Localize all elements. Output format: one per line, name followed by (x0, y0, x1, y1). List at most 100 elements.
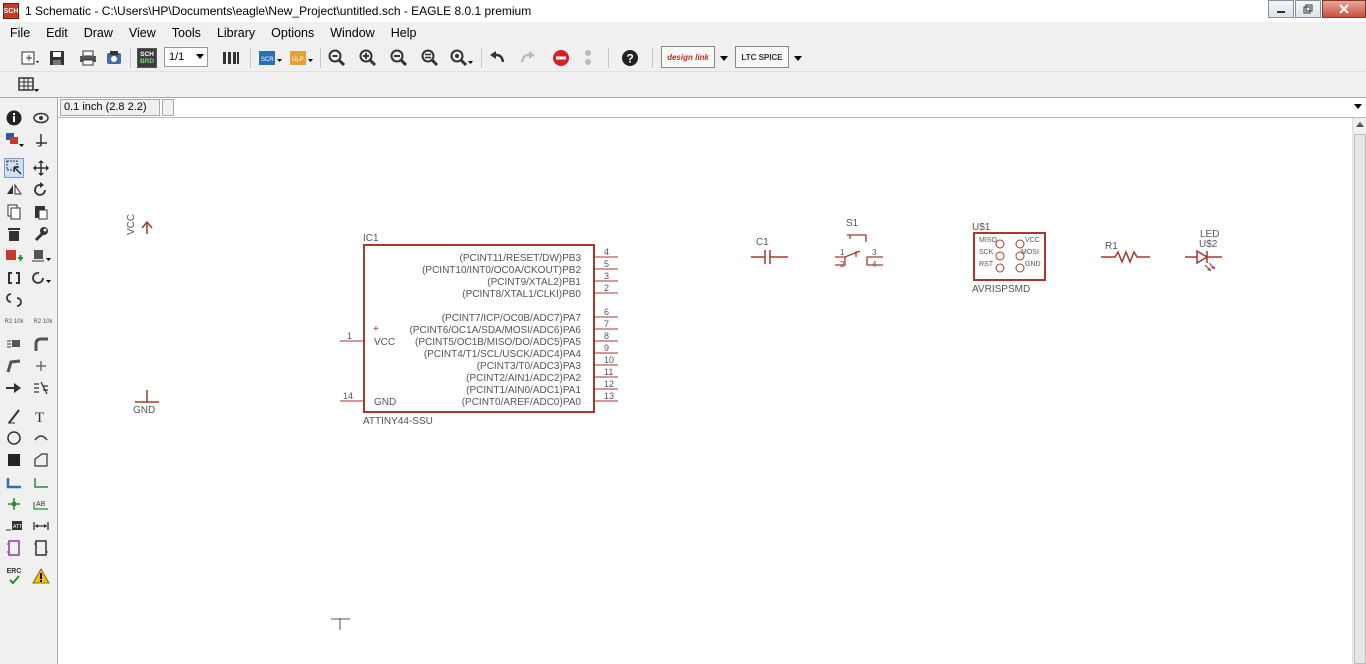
menu-tools[interactable]: Tools (164, 26, 209, 40)
help-button[interactable]: ? (619, 48, 641, 68)
sheet-select[interactable]: 1/1 (164, 47, 208, 67)
undo-button[interactable] (486, 48, 508, 68)
errors-tool[interactable] (31, 566, 51, 586)
designlink-button[interactable]: design link (661, 46, 715, 68)
dimension-tool[interactable] (31, 516, 51, 536)
change-tool[interactable] (31, 224, 51, 244)
menu-options[interactable]: Options (263, 26, 322, 40)
gate-swap-tool[interactable] (31, 268, 51, 288)
optimize-tool[interactable] (31, 356, 51, 376)
redo-button[interactable] (517, 48, 539, 68)
rotate-tool[interactable] (31, 180, 51, 200)
move-tool[interactable] (31, 158, 51, 178)
minimize-icon (1277, 11, 1285, 13)
ulp-icon: ULP (290, 51, 313, 65)
save-button[interactable] (47, 48, 67, 68)
vertical-scrollbar[interactable] (1352, 118, 1366, 664)
split-tool[interactable] (4, 356, 24, 376)
schematic-canvas[interactable]: VCC GND IC1 ATTINY44-SSU + 1 VCC 14 GND … (59, 118, 1352, 664)
grid-button[interactable] (17, 75, 41, 95)
vcc-supply-symbol[interactable]: VCC (126, 214, 153, 235)
menu-view[interactable]: View (121, 26, 164, 40)
name-tool[interactable]: R2 10k (4, 312, 24, 332)
command-line-input[interactable] (175, 99, 1355, 116)
u1-pin-label: MISO (979, 237, 997, 244)
miter-tool[interactable] (31, 334, 51, 354)
ripup-tool[interactable] (31, 378, 51, 398)
copy-tool[interactable] (4, 202, 24, 222)
sheet-select-value: 1/1 (169, 51, 185, 63)
ic1-symbol[interactable]: IC1 ATTINY44-SSU + 1 VCC 14 GND 4 (PCINT1… (340, 233, 618, 427)
s1-switch-symbol[interactable]: S1 1 2 3 4 (835, 218, 883, 269)
menu-help[interactable]: Help (383, 26, 425, 40)
c1-capacitor-symbol[interactable]: C1 (751, 237, 788, 264)
cam-processor-button[interactable] (104, 48, 124, 68)
mirror-tool[interactable] (4, 180, 24, 200)
ltspice-button[interactable]: LTC SPICE (735, 46, 789, 68)
modify-frame-tool[interactable] (31, 538, 51, 558)
polygon-tool[interactable] (31, 450, 51, 470)
zoom-out-button[interactable] (388, 48, 410, 68)
info-tool[interactable] (4, 108, 24, 128)
r1-resistor-symbol[interactable]: R1 (1101, 241, 1150, 265)
scrollbar-thumb[interactable] (1354, 134, 1366, 664)
show-tool[interactable] (31, 108, 51, 128)
ltspice-dropdown[interactable] (791, 48, 805, 68)
command-history-button[interactable] (162, 99, 174, 116)
scroll-up-icon[interactable] (1356, 122, 1364, 127)
rectangle-tool[interactable] (4, 450, 24, 470)
frame-tool[interactable] (4, 538, 24, 558)
open-button[interactable] (18, 48, 42, 68)
net-tool[interactable] (31, 472, 51, 492)
value-tool[interactable]: R2 10k (31, 312, 55, 332)
gnd-supply-symbol[interactable]: GND (133, 390, 159, 416)
zoom-redraw-button[interactable] (419, 48, 441, 68)
circle-tool[interactable] (4, 428, 24, 448)
label-tool[interactable]: AB (31, 494, 51, 514)
group-tool[interactable] (4, 158, 24, 178)
sch-brd-switch-button[interactable]: SCH BRD (137, 48, 157, 68)
stop-button[interactable] (550, 48, 572, 68)
minimize-button[interactable] (1268, 0, 1294, 18)
rotate-icon (34, 182, 46, 196)
save-icon (50, 51, 64, 65)
menu-draw[interactable]: Draw (76, 26, 121, 40)
smash-tool[interactable] (4, 334, 24, 354)
go-button[interactable] (580, 48, 596, 68)
menu-window[interactable]: Window (322, 26, 382, 40)
zoom-select-button[interactable] (450, 48, 476, 68)
run-ulp-button[interactable]: ULP (289, 48, 315, 68)
display-layers-tool[interactable] (4, 130, 24, 150)
add-tool[interactable] (4, 246, 24, 266)
text-tool[interactable]: T (31, 406, 51, 426)
designlink-dropdown[interactable] (717, 48, 731, 68)
tool-palette: R2 10k R2 10k T AB ATT ERC (0, 98, 58, 664)
replace-tool[interactable] (31, 246, 51, 266)
pin-swap-tool[interactable] (4, 290, 24, 310)
zoom-in-button[interactable] (357, 48, 379, 68)
led-symbol[interactable]: LED U$2 (1185, 229, 1222, 272)
paste-tool[interactable] (31, 202, 51, 222)
attribute-tool[interactable]: ATT (4, 516, 24, 536)
arc-tool[interactable] (31, 428, 51, 448)
mark-tool[interactable] (31, 130, 51, 150)
invoke-tool[interactable] (4, 268, 24, 288)
menu-edit[interactable]: Edit (38, 26, 76, 40)
delete-tool[interactable] (4, 224, 24, 244)
close-button[interactable] (1322, 0, 1366, 18)
menu-library[interactable]: Library (209, 26, 263, 40)
erc-tool[interactable]: ERC (4, 566, 24, 586)
u1-avrisp-symbol[interactable]: U$1 MISO SCK RST VCC MOSI GND AVRISPSMD (972, 222, 1046, 295)
bus-tool[interactable] (4, 472, 24, 492)
junction-tool[interactable] (4, 494, 24, 514)
route-tool[interactable] (4, 378, 24, 398)
zoom-fit-button[interactable] (326, 48, 348, 68)
restore-button[interactable] (1295, 0, 1321, 18)
chevron-down-icon[interactable] (1354, 104, 1362, 109)
print-button[interactable] (78, 48, 98, 68)
menu-file[interactable]: File (2, 26, 38, 40)
run-script-button[interactable]: SCR (258, 48, 284, 68)
library-button[interactable] (220, 48, 242, 68)
attribute-icon: ATT (6, 521, 22, 531)
wire-tool[interactable] (4, 406, 24, 426)
